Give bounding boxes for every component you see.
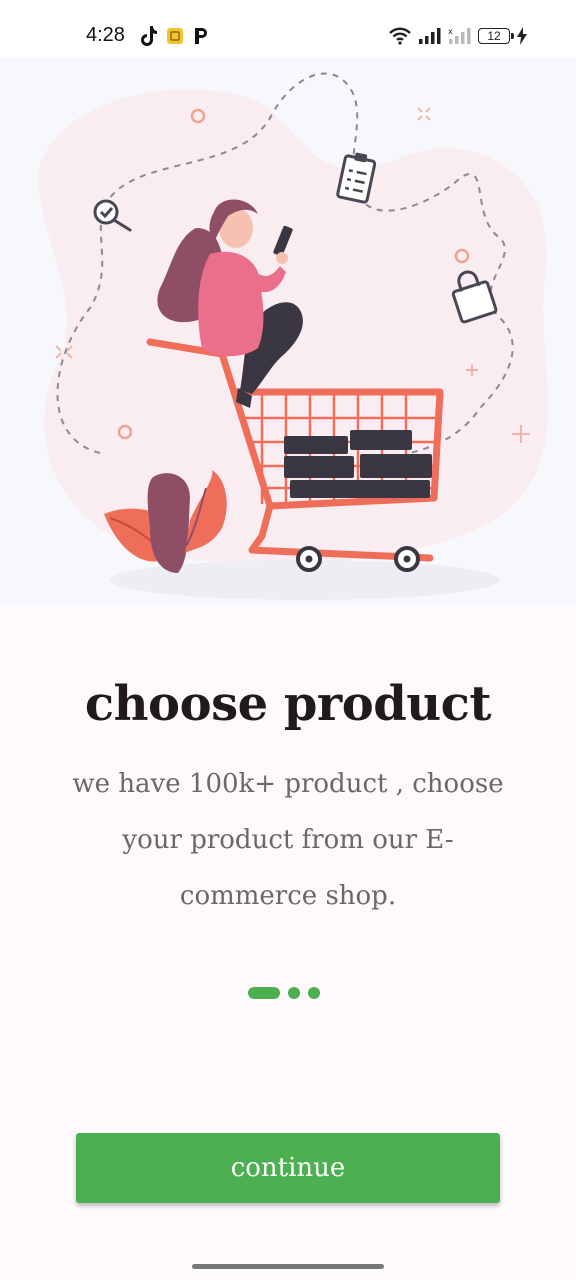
charging-icon xyxy=(517,27,527,45)
system-status: x 12 xyxy=(388,23,528,49)
p-app-icon xyxy=(195,28,207,44)
page-dot-active xyxy=(248,987,280,999)
home-indicator[interactable] xyxy=(192,1264,384,1269)
battery-level: 12 xyxy=(487,29,501,43)
page-description: we have 100k+ product , choose your prod… xyxy=(72,769,504,911)
continue-button[interactable]: continue xyxy=(76,1133,500,1203)
app-notification-icon xyxy=(167,28,183,44)
onboarding-screen: 4:28 x 12 choose product we have 100k+ p… xyxy=(0,0,576,1280)
page-dot xyxy=(308,987,320,999)
status-bar: 4:28 x 12 xyxy=(0,0,576,58)
battery-icon: 12 xyxy=(478,28,514,44)
shopping-cart-illustration xyxy=(37,72,549,600)
page-indicator xyxy=(248,986,320,1000)
status-time: 4:28 xyxy=(86,24,125,46)
notification-icons xyxy=(140,24,210,48)
signal-icon xyxy=(419,28,441,44)
page-title: choose product xyxy=(84,676,492,732)
signal-no-data-icon: x xyxy=(448,27,471,44)
wifi-icon xyxy=(389,27,411,45)
tiktok-icon xyxy=(141,26,157,46)
hero-illustration xyxy=(0,58,576,606)
page-dot xyxy=(288,987,300,999)
svg-text:x: x xyxy=(448,27,453,36)
